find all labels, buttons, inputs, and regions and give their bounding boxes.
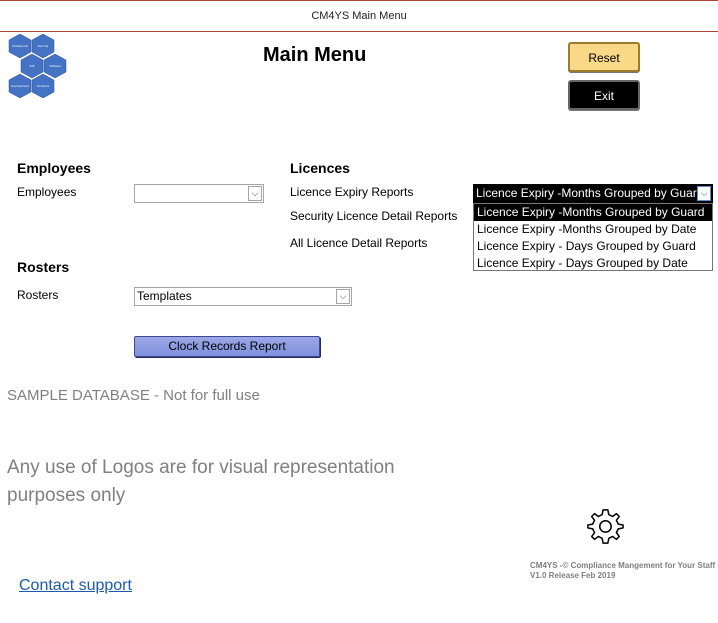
licence-expiry-combo[interactable]: Licence Expiry -Months Grouped by Guard … — [473, 184, 713, 203]
dropdown-option[interactable]: Licence Expiry - Days Grouped by Date — [474, 255, 712, 272]
rosters-heading: Rosters — [17, 259, 70, 275]
chevron-down-icon[interactable]: ⌵ — [248, 186, 262, 201]
dropdown-option[interactable]: Licence Expiry -Months Grouped by Guard — [474, 204, 712, 221]
logo-cell-1: Professional — [12, 44, 28, 48]
clock-records-report-button[interactable]: Clock Records Report — [134, 336, 320, 357]
logo-cell-3: Soft — [29, 64, 34, 68]
page-title: Main Menu — [263, 44, 367, 66]
employees-label: Employees — [17, 185, 77, 199]
window-title-bar: CM4YS Main Menu — [0, 0, 718, 32]
all-licence-detail-reports-label: All Licence Detail Reports — [290, 236, 428, 250]
logo-cell-4: Software — [49, 64, 61, 68]
exit-button[interactable]: Exit — [568, 80, 640, 110]
licence-expiry-reports-label: Licence Expiry Reports — [290, 185, 414, 199]
employees-heading: Employees — [17, 160, 91, 176]
rosters-combo[interactable]: Templates ⌵ — [134, 287, 352, 306]
rosters-label: Rosters — [17, 288, 59, 302]
licence-expiry-combo-value: Licence Expiry -Months Grouped by Guard — [476, 186, 704, 200]
logo-cell-5: Development — [11, 84, 28, 88]
window-title: CM4YS Main Menu — [311, 10, 407, 22]
chevron-down-icon[interactable]: ⌵ — [336, 289, 350, 304]
copyright-text: CM4YS -© Compliance Mangement for Your S… — [530, 561, 716, 580]
contact-support-link[interactable]: Contact support — [19, 577, 132, 595]
security-licence-detail-reports-label: Security Licence Detail Reports — [290, 209, 458, 223]
logos-disclaimer: Any use of Logos are for visual represen… — [7, 457, 395, 506]
dropdown-option[interactable]: Licence Expiry - Days Grouped by Guard — [474, 238, 712, 255]
logo-cell-2: Security — [38, 44, 49, 48]
licence-expiry-dropdown-list: Licence Expiry -Months Grouped by Guard … — [473, 203, 713, 271]
employees-combo[interactable]: ⌵ — [134, 184, 264, 203]
sample-database-notice: SAMPLE DATABASE - Not for full use — [7, 387, 260, 404]
hexagon-logo: Professional Security Soft Software Deve… — [8, 34, 67, 99]
dropdown-option[interactable]: Licence Expiry -Months Grouped by Date — [474, 221, 712, 238]
logo-cell-6: Solutions — [37, 84, 50, 88]
reset-button[interactable]: Reset — [568, 42, 640, 72]
gear-icon[interactable] — [586, 507, 624, 545]
chevron-down-icon[interactable]: ⌵ — [697, 186, 711, 201]
licences-heading: Licences — [290, 160, 350, 176]
rosters-combo-value: Templates — [137, 289, 192, 303]
